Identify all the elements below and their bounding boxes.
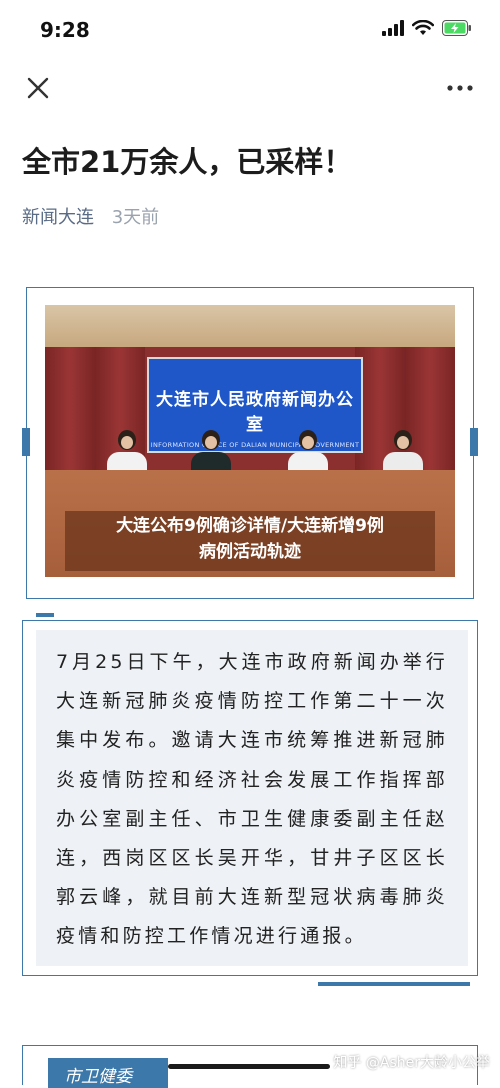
wifi-icon	[412, 20, 434, 35]
home-indicator[interactable]	[168, 1064, 330, 1069]
nav-bar	[0, 60, 500, 120]
frame-accent	[36, 613, 54, 617]
article-title: 全市21万余人，已采样！	[22, 145, 353, 179]
more-icon	[447, 85, 473, 91]
frame-tab-right	[470, 428, 478, 456]
frame-tab-left	[22, 428, 30, 456]
image-caption: 大连公布9例确诊详情/大连新增9例 病例活动轨迹	[65, 513, 435, 565]
image-screen: 大连市人民政府新闻办公室 INFORMATION OFFICE OF DALIA…	[147, 357, 363, 453]
status-bar: 9:28	[0, 0, 500, 60]
signal-icon	[382, 20, 404, 36]
more-button[interactable]	[446, 78, 474, 98]
screen-title: 大连市人民政府新闻办公室	[156, 390, 354, 435]
screen-subtitle: INFORMATION OFFICE OF DALIAN MUNICIPAL G…	[150, 441, 360, 449]
frame-accent-bottom	[318, 982, 470, 986]
section-label: 市卫健委	[64, 1067, 132, 1087]
article-time: 3天前	[111, 207, 160, 228]
article-meta: 新闻大连 3天前	[22, 203, 159, 229]
article-body: 7月25日下午，大连市政府新闻办举行大连新冠肺炎疫情防控工作第二十一次集中发布。…	[56, 651, 448, 948]
article-source[interactable]: 新闻大连	[22, 207, 94, 228]
watermark: 知乎 @Asher大龄小公举	[333, 1055, 490, 1071]
status-time: 9:28	[40, 18, 90, 42]
close-button[interactable]	[22, 72, 54, 104]
caption-line-1: 大连公布9例确诊详情/大连新增9例	[116, 516, 384, 536]
close-icon	[27, 77, 49, 99]
image-ceiling	[45, 305, 455, 347]
section-header: 市卫健委	[48, 1058, 168, 1088]
battery-charging-icon	[442, 20, 471, 36]
status-icons	[382, 20, 472, 36]
caption-line-2: 病例活动轨迹	[199, 542, 301, 562]
